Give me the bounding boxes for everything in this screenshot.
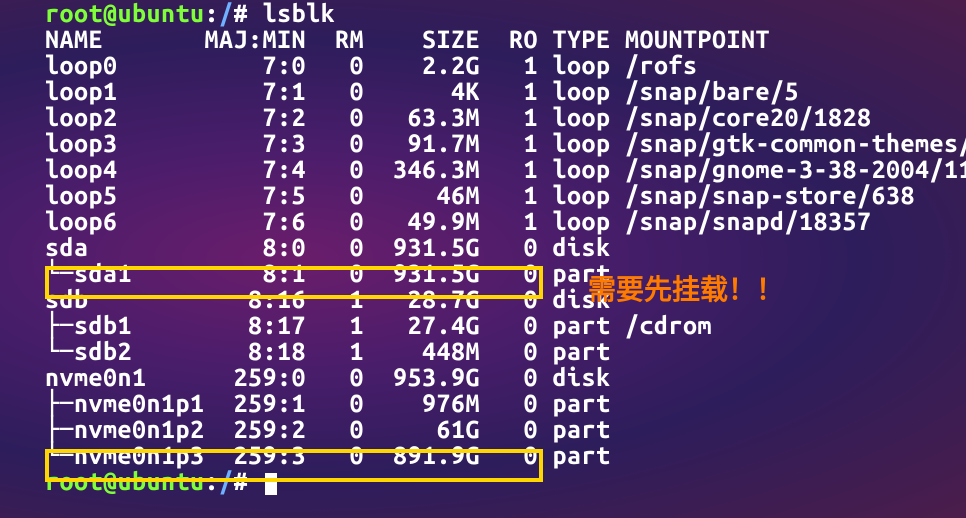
table-row: loop0 7:0 0 2.2G 1 loop /rofs [45, 52, 921, 78]
table-row: ├─nvme0n1p2 259:2 0 61G 0 part [45, 416, 921, 442]
prompt-path: / [219, 0, 234, 27]
table-row: └─sda1 8:1 0 931.5G 0 part [45, 260, 921, 286]
table-row: loop5 7:5 0 46M 1 loop /snap/snap-store/… [45, 182, 921, 208]
prompt-line-1[interactable]: root@ubuntu:/# lsblk [45, 0, 921, 26]
lsblk-header: NAME MAJ:MIN RM SIZE RO TYPE MOUNTPOINT [45, 26, 921, 52]
cursor-icon [265, 473, 277, 495]
table-row: loop2 7:2 0 63.3M 1 loop /snap/core20/18… [45, 104, 921, 130]
table-row: └─nvme0n1p3 259:3 0 891.9G 0 part [45, 442, 921, 468]
lsblk-output: NAME MAJ:MIN RM SIZE RO TYPE MOUNTPOINTl… [45, 26, 921, 468]
table-row: ├─sdb1 8:17 1 27.4G 0 part /cdrom [45, 312, 921, 338]
annotation-text: 需要先挂载！！ [588, 268, 784, 308]
prompt-user-host: root@ubuntu [45, 0, 205, 27]
command-text: lsblk [263, 0, 336, 27]
table-row: loop3 7:3 0 91.7M 1 loop /snap/gtk-commo… [45, 130, 921, 156]
table-row: sdb 8:16 1 28.7G 0 disk [45, 286, 921, 312]
table-row: nvme0n1 259:0 0 953.9G 0 disk [45, 364, 921, 390]
table-row: sda 8:0 0 931.5G 0 disk [45, 234, 921, 260]
table-row: ├─nvme0n1p1 259:1 0 976M 0 part [45, 390, 921, 416]
table-row: loop6 7:6 0 49.9M 1 loop /snap/snapd/183… [45, 208, 921, 234]
table-row: loop4 7:4 0 346.3M 1 loop /snap/gnome-3-… [45, 156, 921, 182]
prompt-symbol: # [234, 0, 249, 27]
prompt-line-2[interactable]: root@ubuntu:/# [45, 468, 921, 495]
table-row: loop1 7:1 0 4K 1 loop /snap/bare/5 [45, 78, 921, 104]
table-row: └─sdb2 8:18 1 448M 0 part [45, 338, 921, 364]
